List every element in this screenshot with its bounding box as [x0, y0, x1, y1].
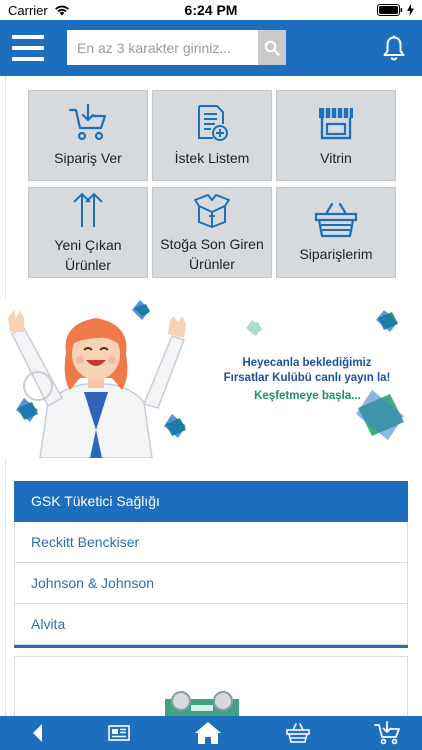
medical-cross-icon [164, 414, 186, 438]
search-icon [264, 40, 280, 56]
home-icon [195, 722, 221, 744]
status-left: Carrier [8, 3, 70, 18]
banner-line-1: Heyecanla beklediğimiz [242, 357, 372, 369]
medical-cross-icon [16, 398, 38, 422]
hamburger-menu-button[interactable] [12, 30, 48, 66]
banner-cta-link[interactable]: Keşfetmeye başla... [230, 390, 385, 402]
tile-label: Sipariş Ver [54, 149, 122, 166]
search-box [67, 30, 286, 65]
medical-cross-icon [246, 320, 262, 336]
menu-line-icon [12, 46, 44, 50]
tile-istek-listem[interactable]: İstek Listem [152, 90, 272, 181]
wifi-icon [54, 5, 69, 16]
tile-label: Vitrin [320, 149, 352, 166]
quick-action-grid: Sipariş Ver İstek Listem Vitrin Yeni Çık… [28, 90, 396, 278]
tab-news[interactable] [108, 725, 130, 741]
carrier-label: Carrier [8, 2, 48, 18]
tile-yeni-cikan-urunler[interactable]: Yeni Çıkan Ürünler [28, 187, 148, 278]
status-bar: Carrier 6:24 PM [0, 0, 422, 20]
tile-label: Stoğa Son Giren Ürünler [160, 235, 264, 272]
tile-vitrin[interactable]: Vitrin [276, 90, 396, 181]
bottom-tab-bar [0, 716, 422, 750]
tile-siparis-ver[interactable]: Sipariş Ver [28, 90, 148, 181]
brand-item-johnson[interactable]: Johnson & Johnson [14, 563, 408, 604]
open-box-icon [194, 193, 230, 228]
medical-cross-icon [376, 310, 398, 332]
bell-icon [383, 35, 405, 61]
tab-basket[interactable] [286, 723, 310, 743]
brand-item-gsk[interactable]: GSK Tüketici Sağlığı [14, 481, 408, 522]
menu-line-icon [12, 57, 44, 61]
charging-bolt-icon [407, 4, 414, 16]
basket-icon [286, 723, 310, 743]
brand-list: GSK Tüketici Sağlığı Reckitt Benckiser J… [14, 481, 408, 648]
storefront-icon [319, 107, 353, 139]
tab-cart[interactable] [374, 721, 400, 745]
tile-stoga-son-giren-urunler[interactable]: Stoğa Son Giren Ürünler [152, 187, 272, 278]
news-icon [108, 725, 130, 741]
status-right [377, 4, 414, 16]
search-input[interactable] [67, 30, 258, 65]
back-icon [33, 724, 42, 742]
cart-download-icon [374, 721, 400, 745]
product-image [165, 691, 239, 716]
cart-download-icon [68, 103, 107, 140]
search-button[interactable] [258, 30, 286, 65]
tab-home[interactable] [194, 721, 222, 745]
brand-content-card [14, 656, 408, 716]
banner-line-2: Fırsatlar Kulübü canlı yayın la! [223, 372, 391, 384]
app-header [0, 20, 422, 76]
menu-line-icon [12, 35, 44, 39]
basket-icon [314, 202, 358, 237]
promo-banner[interactable]: Heyecanla beklediğimiz Fırsatlar Kulübü … [0, 298, 422, 458]
tile-label: İstek Listem [174, 149, 250, 166]
tile-label: Siparişlerim [299, 245, 373, 262]
tab-back[interactable] [30, 723, 44, 743]
brand-item-reckitt[interactable]: Reckitt Benckiser [14, 522, 408, 563]
tile-siparislerim[interactable]: Siparişlerim [276, 187, 396, 278]
notification-button[interactable] [382, 35, 406, 66]
wishlist-document-icon [198, 104, 228, 141]
arrows-up-icon [73, 192, 103, 227]
battery-icon [377, 4, 403, 16]
banner-message: Heyecanla beklediğimiz Fırsatlar Kulübü … [222, 356, 392, 386]
tile-label: Yeni Çıkan Ürünler [54, 236, 122, 273]
medical-cross-icon [132, 300, 150, 320]
brand-item-alvita[interactable]: Alvita [14, 604, 408, 645]
